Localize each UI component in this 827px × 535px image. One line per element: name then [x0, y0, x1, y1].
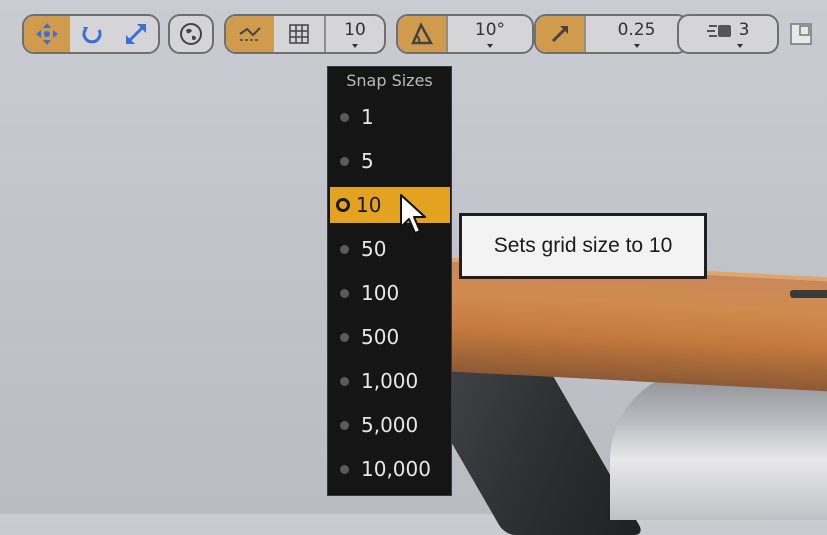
scale-snap-value: 0.25 [617, 20, 656, 40]
camera-speed-button[interactable]: 3 [679, 16, 777, 52]
grid-icon [289, 24, 309, 44]
snap-sizes-menu: Snap Sizes 1 5 10 50 100 500 1,000 5,000… [327, 66, 452, 496]
grid-size-tooltip: Sets grid size to 10 [459, 213, 707, 279]
snap-size-item-5000[interactable]: 5,000 [330, 407, 450, 443]
snap-size-item-50[interactable]: 50 [330, 231, 450, 267]
rotate-icon [82, 27, 102, 44]
grid-snap-size-dropdown[interactable]: 10 [324, 16, 384, 52]
scale-snap-toggle[interactable] [536, 16, 584, 52]
radio-selected-icon [336, 198, 350, 212]
snap-size-item-1000[interactable]: 1,000 [330, 363, 450, 399]
radio-icon [340, 156, 349, 166]
scale-icon [126, 24, 146, 44]
snap-size-label: 500 [361, 325, 400, 349]
snap-size-label: 10,000 [361, 457, 431, 481]
tooltip-text: Sets grid size to 10 [493, 234, 673, 257]
camera-speed-group[interactable]: 3 [677, 14, 779, 54]
snap-size-item-10[interactable]: 10 [330, 187, 450, 223]
table-cylinder-shape [610, 370, 827, 520]
chevron-down-icon [487, 44, 493, 48]
radio-icon [340, 332, 349, 342]
snap-size-label: 1,000 [361, 369, 419, 393]
snap-size-item-500[interactable]: 500 [330, 319, 450, 355]
snap-size-label: 10 [356, 193, 382, 217]
mouse-cursor-icon [400, 194, 426, 234]
rotation-snap-group: 10° [396, 14, 534, 54]
grid-button[interactable] [274, 16, 324, 52]
snap-size-item-5[interactable]: 5 [330, 143, 450, 179]
snap-size-label: 1 [361, 105, 374, 129]
radio-icon [340, 244, 349, 254]
world-local-button[interactable] [170, 16, 212, 52]
grid-snap-value: 10 [344, 20, 366, 40]
snap-size-label: 5 [361, 149, 374, 173]
camera-speed-value: 3 [738, 20, 750, 40]
angle-icon [411, 22, 434, 45]
chevron-down-icon [737, 44, 743, 48]
snap-sizes-header: Snap Sizes [346, 71, 433, 90]
scale-button[interactable] [114, 16, 158, 52]
radio-icon [340, 464, 349, 474]
grid-snap-icon [239, 27, 261, 41]
table-slot-shape [790, 290, 827, 298]
snap-size-item-10000[interactable]: 10,000 [330, 451, 450, 487]
radio-icon [340, 420, 349, 430]
scale-snap-group: 0.25 [534, 14, 689, 54]
chevron-down-icon [352, 44, 358, 48]
maximize-button[interactable] [789, 22, 813, 46]
snap-size-item-100[interactable]: 100 [330, 275, 450, 311]
camera-speed-icon [706, 25, 731, 37]
rotation-snap-toggle[interactable] [398, 16, 446, 52]
rotation-snap-value: 10° [474, 20, 506, 40]
scale-snap-dropdown[interactable]: 0.25 [584, 16, 687, 52]
snap-size-label: 50 [361, 237, 387, 261]
coordinate-space-group [168, 14, 214, 54]
maximize-icon [790, 23, 812, 45]
translate-icon [36, 23, 58, 45]
snap-size-label: 5,000 [361, 413, 419, 437]
snap-size-item-1[interactable]: 1 [330, 99, 450, 135]
radio-icon [340, 112, 349, 122]
chevron-down-icon [633, 44, 640, 48]
radio-icon [340, 288, 349, 298]
scale-arrow-icon [551, 26, 568, 43]
radio-icon [340, 376, 349, 386]
rotation-snap-dropdown[interactable]: 10° [446, 16, 532, 52]
viewport-toolbar: 10 10° 0.25 3 [22, 14, 822, 58]
snap-size-label: 100 [361, 281, 400, 305]
translate-button[interactable] [24, 16, 70, 52]
globe-icon [180, 23, 202, 45]
transform-tools-group [22, 14, 160, 54]
grid-snap-group: 10 [224, 14, 386, 54]
grid-snap-toggle[interactable] [226, 16, 274, 52]
rotate-button[interactable] [70, 16, 114, 52]
